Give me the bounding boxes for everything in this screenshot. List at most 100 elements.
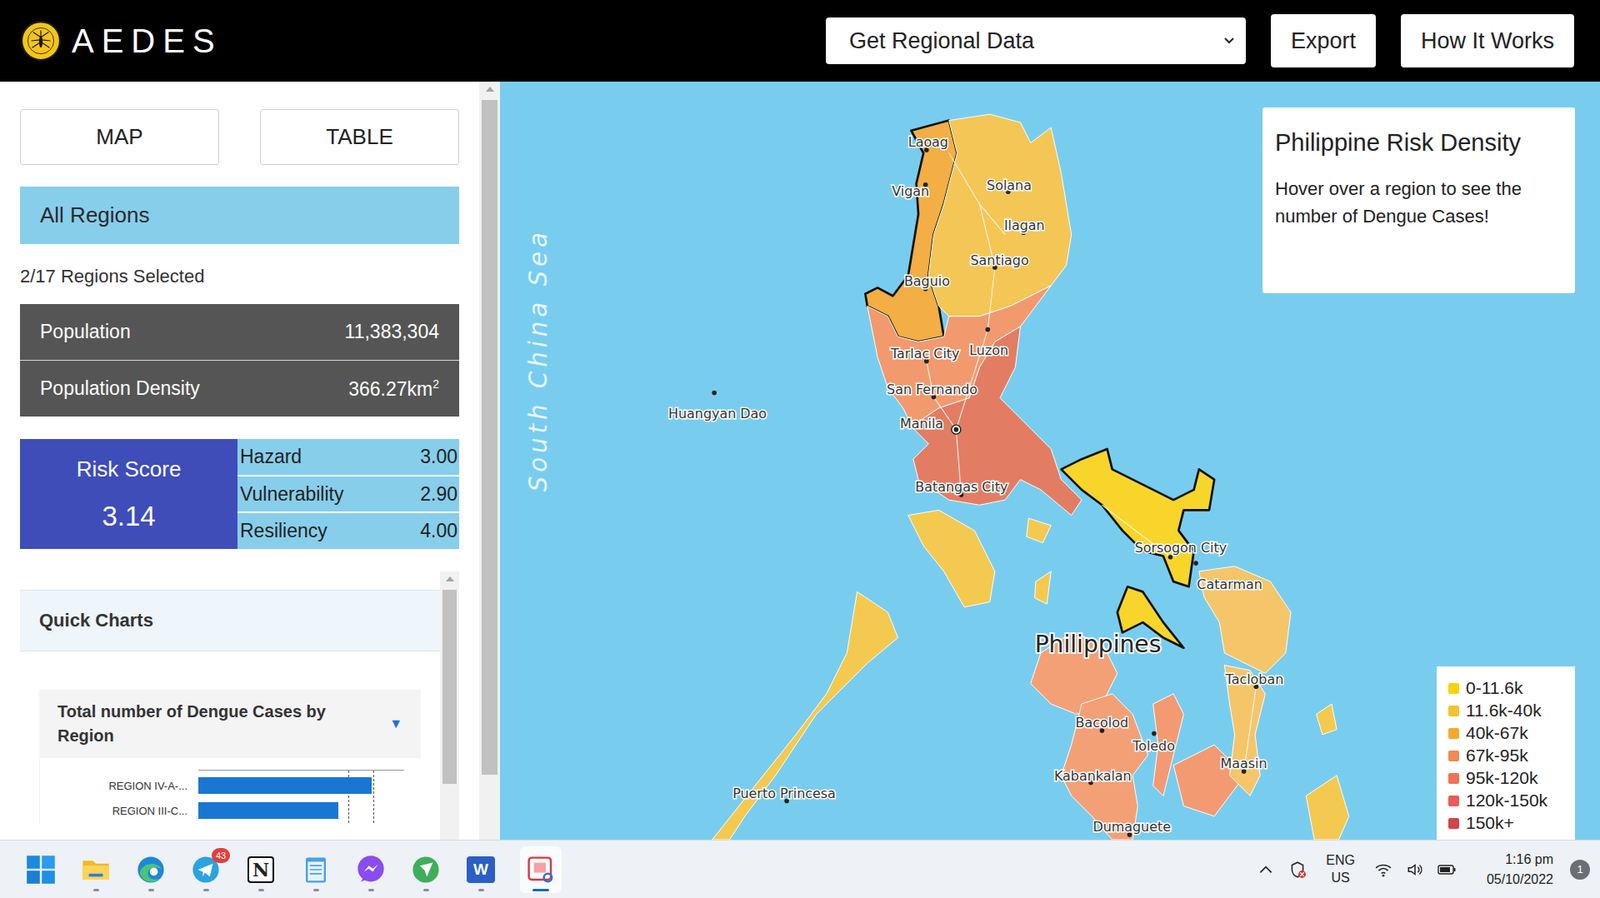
region-filter[interactable]: All Regions bbox=[20, 186, 460, 245]
word-icon: W bbox=[466, 856, 495, 884]
scroll-thumb[interactable] bbox=[442, 590, 457, 785]
chevron-up-icon[interactable] bbox=[1255, 860, 1276, 880]
clock[interactable]: 1:16 pm 05/10/2022 bbox=[1468, 850, 1559, 889]
place-dot bbox=[1193, 560, 1199, 566]
place-label: Laoag bbox=[908, 134, 949, 150]
view-button[interactable]: MAP bbox=[20, 109, 220, 165]
region-shape[interactable] bbox=[1060, 449, 1215, 587]
region-dropdown[interactable]: Get Regional Data bbox=[825, 17, 1246, 65]
volume-icon[interactable] bbox=[1405, 860, 1425, 880]
place[interactable]: Ilagan bbox=[1004, 217, 1045, 235]
language-indicator[interactable]: ENG US bbox=[1319, 852, 1362, 888]
sea-label: South China Sea bbox=[524, 228, 553, 492]
region[interactable] bbox=[1199, 566, 1291, 797]
taskbar-app[interactable] bbox=[520, 846, 562, 894]
bar[interactable] bbox=[198, 802, 339, 820]
unit-exponent: 2 bbox=[432, 377, 440, 391]
place-dot bbox=[954, 427, 960, 433]
legend-label: 95k-120k bbox=[1465, 768, 1538, 789]
place[interactable]: Dumaguete bbox=[1092, 819, 1171, 837]
scroll-up-icon[interactable] bbox=[485, 86, 495, 92]
battery-icon[interactable] bbox=[1436, 860, 1457, 880]
component-value: 4.00 bbox=[420, 520, 458, 543]
region[interactable] bbox=[1030, 632, 1149, 840]
security-shield-icon[interactable] bbox=[1287, 860, 1308, 880]
info-box: Philippine Risk Density Hover over a reg… bbox=[1262, 107, 1575, 294]
taskbar-app[interactable]: N bbox=[245, 846, 277, 894]
scroll-up-icon[interactable] bbox=[445, 576, 455, 582]
app-badge: 43 bbox=[211, 848, 230, 864]
legend-item: 67k-95k bbox=[1448, 745, 1567, 766]
risk-block: Risk Score 3.14 Hazard 3.00Vulnerability… bbox=[20, 439, 460, 550]
place[interactable]: Maasin bbox=[1220, 755, 1267, 774]
region-shape[interactable] bbox=[1060, 694, 1148, 840]
region-shape[interactable] bbox=[1026, 518, 1051, 543]
place[interactable]: Luzon bbox=[969, 327, 1009, 359]
region[interactable] bbox=[1305, 704, 1349, 840]
region-shape[interactable] bbox=[1305, 775, 1349, 840]
view-button[interactable]: TABLE bbox=[260, 109, 460, 165]
chart-scrollbar[interactable] bbox=[440, 571, 460, 840]
legend-swatch bbox=[1448, 795, 1460, 807]
quick-charts: Quick Charts Total number of Dengue Case… bbox=[20, 571, 460, 840]
place[interactable]: Sorsogon City bbox=[1135, 540, 1228, 560]
running-indicator bbox=[478, 889, 485, 892]
place-label: Huangyan Dao bbox=[668, 405, 767, 422]
place-label: Santiago bbox=[970, 252, 1029, 269]
taskbar-app[interactable] bbox=[135, 846, 167, 894]
taskbar-app[interactable] bbox=[410, 846, 442, 894]
taskbar-app[interactable] bbox=[80, 846, 112, 894]
header-button[interactable]: Export bbox=[1270, 14, 1376, 68]
region-shape[interactable] bbox=[1316, 704, 1337, 735]
place[interactable]: Kabankalan bbox=[1054, 768, 1132, 785]
folder-icon bbox=[80, 855, 111, 885]
chevron-down-icon bbox=[1224, 37, 1235, 45]
legend-swatch bbox=[1448, 773, 1460, 785]
taskbar-app[interactable]: 43 bbox=[190, 846, 222, 894]
wifi-icon[interactable] bbox=[1373, 860, 1394, 880]
taskbar-app[interactable]: W bbox=[465, 846, 497, 894]
bar[interactable] bbox=[198, 777, 372, 795]
place[interactable]: Santiago bbox=[970, 252, 1029, 270]
running-indicator bbox=[93, 889, 100, 892]
place[interactable]: Bacolod bbox=[1075, 715, 1129, 733]
place[interactable]: Tacloban bbox=[1225, 671, 1285, 690]
place[interactable]: Vigan bbox=[891, 182, 930, 200]
panel-scrollbar[interactable] bbox=[479, 81, 500, 840]
place[interactable]: Puerto Princesa bbox=[732, 785, 836, 804]
place-label: Baguio bbox=[904, 273, 950, 290]
brand[interactable]: AEDES bbox=[20, 20, 223, 62]
chart-header[interactable]: Total number of Dengue Cases by Region ▼ bbox=[39, 690, 421, 759]
taskbar-app[interactable] bbox=[25, 846, 57, 894]
running-indicator bbox=[423, 889, 430, 892]
taskbar-apps: 43 N W bbox=[25, 846, 562, 894]
place-label: Puerto Princesa bbox=[732, 785, 836, 802]
header-button[interactable]: How It Works bbox=[1400, 14, 1575, 68]
scroll-thumb[interactable] bbox=[481, 100, 498, 775]
map[interactable]: South China Sea Laoag Vigan Solana Ilagan San… bbox=[500, 81, 1600, 840]
place[interactable]: Baguio bbox=[904, 273, 950, 291]
place[interactable]: Laoag bbox=[908, 134, 949, 152]
place[interactable]: Catarman bbox=[1193, 560, 1262, 592]
chart-card: Total number of Dengue Cases by Region ▼… bbox=[39, 690, 421, 824]
taskbar-app[interactable] bbox=[355, 846, 387, 894]
place[interactable]: Solana bbox=[986, 177, 1032, 195]
place[interactable]: San Fernando bbox=[886, 381, 978, 400]
notification-count[interactable]: 1 bbox=[1570, 860, 1590, 880]
component-value: 2.90 bbox=[420, 483, 458, 506]
place[interactable]: Huangyan Dao bbox=[668, 390, 767, 422]
legend-item: 95k-120k bbox=[1448, 768, 1567, 789]
region-shape[interactable] bbox=[712, 591, 899, 840]
region[interactable] bbox=[712, 510, 1052, 840]
legend-swatch bbox=[1448, 728, 1460, 740]
chart-toggle[interactable]: ▼ bbox=[389, 716, 403, 732]
place[interactable]: Toledo bbox=[1131, 731, 1175, 755]
legend-item: 0-11.6k bbox=[1448, 678, 1567, 699]
place[interactable]: Manila bbox=[900, 415, 961, 435]
region-shape[interactable] bbox=[1035, 571, 1052, 605]
place-dot bbox=[985, 327, 990, 333]
place[interactable]: Tarlac City bbox=[890, 345, 960, 364]
taskbar-app[interactable] bbox=[300, 846, 332, 894]
place[interactable]: Batangas City bbox=[915, 479, 1008, 497]
region-shape[interactable] bbox=[908, 510, 995, 607]
